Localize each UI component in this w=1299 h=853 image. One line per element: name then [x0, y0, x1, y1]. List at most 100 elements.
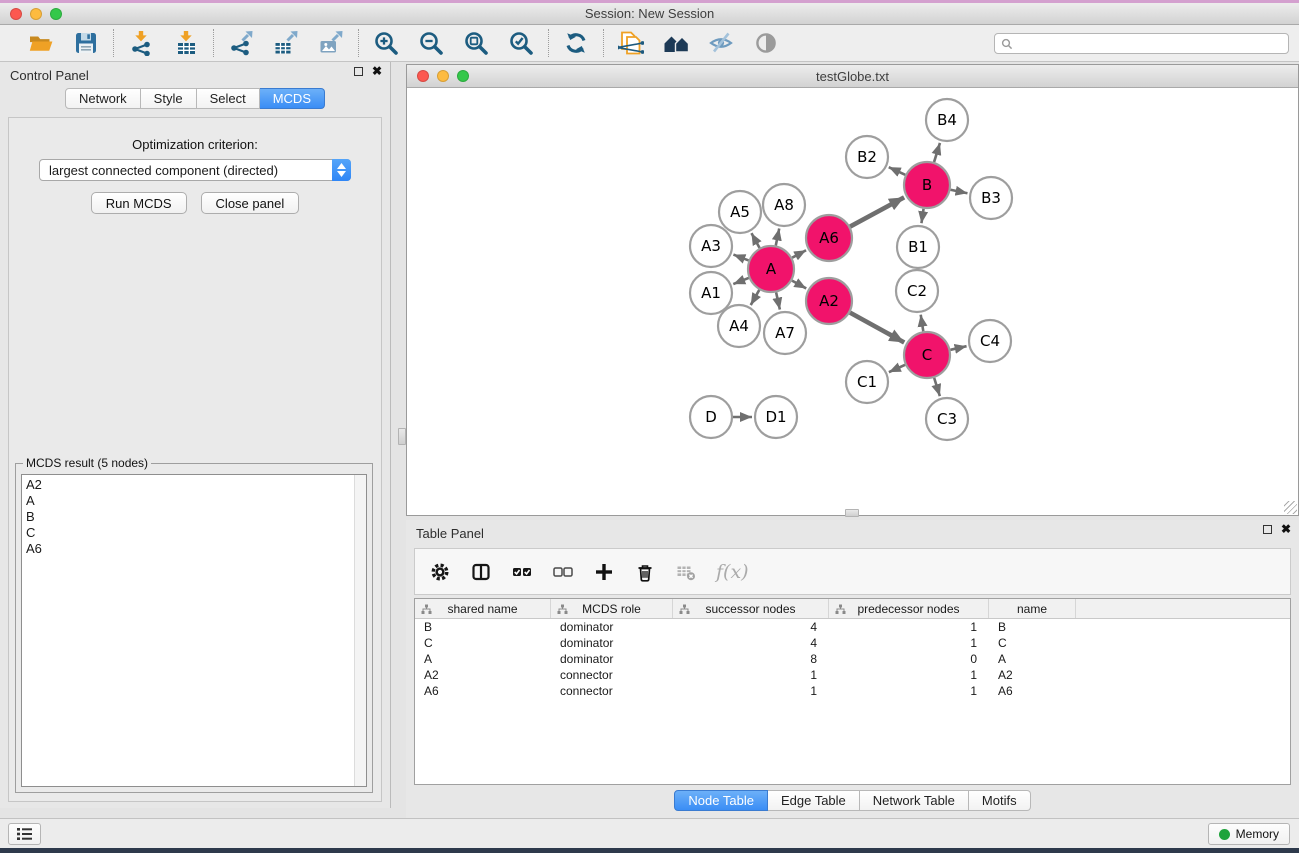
criterion-select[interactable]: largest connected component (directed) [39, 159, 351, 181]
zoom-in-icon[interactable] [372, 29, 400, 57]
table-cell[interactable]: dominator [551, 620, 673, 634]
table-cell[interactable]: dominator [551, 652, 673, 666]
horizontal-divider-grip[interactable] [845, 509, 859, 517]
run-mcds-button[interactable]: Run MCDS [91, 192, 187, 214]
graph-node-A7[interactable]: A7 [764, 312, 806, 354]
table-cell[interactable]: connector [551, 684, 673, 698]
graph-node-B3[interactable]: B3 [970, 177, 1012, 219]
home-icon[interactable] [662, 29, 690, 57]
export-image-icon[interactable] [317, 29, 345, 57]
graph-edge-C-C2[interactable] [921, 315, 924, 332]
tab-network-table[interactable]: Network Table [860, 790, 969, 811]
graph-node-D1[interactable]: D1 [755, 396, 797, 438]
table-row[interactable]: Adominator80A [415, 651, 1290, 667]
graph-node-A3[interactable]: A3 [690, 225, 732, 267]
graph-node-A[interactable]: A [748, 246, 794, 292]
table-cell[interactable]: 4 [673, 636, 829, 650]
table-cell[interactable]: 1 [829, 684, 989, 698]
graph-edge-B-B2[interactable] [889, 167, 906, 175]
select-all-rows-icon[interactable] [511, 561, 533, 583]
column-visibility-icon[interactable] [470, 561, 492, 583]
tab-mcds[interactable]: MCDS [260, 88, 325, 109]
clone-network-icon[interactable] [617, 29, 645, 57]
graph-node-A8[interactable]: A8 [763, 184, 805, 226]
add-column-icon[interactable] [593, 561, 615, 583]
graph-edge-A-A1[interactable] [733, 278, 748, 284]
table-cell[interactable]: B [415, 620, 551, 634]
resize-grip-icon[interactable] [1284, 501, 1297, 514]
mcds-result-item[interactable]: A2 [26, 477, 366, 493]
table-cell[interactable]: dominator [551, 636, 673, 650]
table-cell[interactable]: C [415, 636, 551, 650]
graph-edge-C-C4[interactable] [950, 346, 966, 350]
graph-node-C[interactable]: C [904, 332, 950, 378]
task-history-button[interactable] [8, 823, 41, 845]
tab-style[interactable]: Style [141, 88, 197, 109]
graph-edge-A-A2[interactable] [792, 281, 806, 289]
list-scrollbar[interactable] [354, 475, 366, 786]
graph-edge-B-B3[interactable] [951, 190, 968, 193]
column-header-successor-nodes[interactable]: successor nodes [673, 599, 829, 618]
table-cell[interactable]: B [989, 620, 1076, 634]
table-row[interactable]: A6connector11A6 [415, 683, 1290, 699]
graph-edge-A-A7[interactable] [776, 292, 780, 309]
column-header-MCDS-role[interactable]: MCDS role [551, 599, 673, 618]
table-cell[interactable]: connector [551, 668, 673, 682]
tab-edge-table[interactable]: Edge Table [768, 790, 860, 811]
table-cell[interactable]: A6 [415, 684, 551, 698]
graph-node-A6[interactable]: A6 [806, 215, 852, 261]
table-cell[interactable]: A [989, 652, 1076, 666]
table-cell[interactable]: 4 [673, 620, 829, 634]
import-table-icon[interactable] [172, 29, 200, 57]
graph-edge-B-B4[interactable] [934, 143, 940, 162]
graph-node-B4[interactable]: B4 [926, 99, 968, 141]
table-row[interactable]: Cdominator41C [415, 635, 1290, 651]
table-row[interactable]: Bdominator41B [415, 619, 1290, 635]
table-cell[interactable]: A [415, 652, 551, 666]
graph-edge-A-A4[interactable] [751, 290, 760, 305]
table-cell[interactable]: A2 [989, 668, 1076, 682]
graph-node-B2[interactable]: B2 [846, 136, 888, 178]
tab-network[interactable]: Network [65, 88, 141, 109]
refresh-icon[interactable] [562, 29, 590, 57]
column-header-predecessor-nodes[interactable]: predecessor nodes [829, 599, 989, 618]
graph-node-B1[interactable]: B1 [897, 226, 939, 268]
memory-button[interactable]: Memory [1208, 823, 1290, 845]
mcds-result-item[interactable]: B [26, 509, 366, 525]
close-panel-icon[interactable]: ✖ [372, 66, 382, 76]
table-cell[interactable]: 1 [829, 668, 989, 682]
column-header-shared-name[interactable]: shared name [415, 599, 551, 618]
graph-node-C4[interactable]: C4 [969, 320, 1011, 362]
mcds-result-item[interactable]: A [26, 493, 366, 509]
table-cell[interactable]: 1 [673, 684, 829, 698]
float-table-panel-icon[interactable] [1263, 525, 1272, 534]
table-settings-icon[interactable] [429, 561, 451, 583]
hide-selected-icon[interactable] [707, 29, 735, 57]
graph-edge-C-C3[interactable] [934, 378, 940, 396]
table-cell[interactable]: 0 [829, 652, 989, 666]
table-cell[interactable]: 1 [829, 620, 989, 634]
graph-node-C3[interactable]: C3 [926, 398, 968, 440]
show-selected-icon[interactable] [752, 29, 780, 57]
graph-node-A2[interactable]: A2 [806, 278, 852, 324]
graph-edge-B-B1[interactable] [921, 209, 923, 223]
tab-select[interactable]: Select [197, 88, 260, 109]
deselect-all-rows-icon[interactable] [552, 561, 574, 583]
table-cell[interactable]: A6 [989, 684, 1076, 698]
float-panel-icon[interactable] [354, 67, 363, 76]
graph-node-A4[interactable]: A4 [718, 305, 760, 347]
minimize-window-button[interactable] [30, 8, 42, 20]
graph-node-A5[interactable]: A5 [719, 191, 761, 233]
graph-edge-C-C1[interactable] [889, 365, 905, 372]
mcds-result-item[interactable]: A6 [26, 541, 366, 557]
close-window-button[interactable] [10, 8, 22, 20]
close-panel-button[interactable]: Close panel [201, 192, 300, 214]
export-table-icon[interactable] [272, 29, 300, 57]
zoom-window-button[interactable] [50, 8, 62, 20]
graph-node-C1[interactable]: C1 [846, 361, 888, 403]
open-file-icon[interactable] [27, 29, 55, 57]
mcds-result-item[interactable]: C [26, 525, 366, 541]
close-table-panel-icon[interactable]: ✖ [1281, 524, 1291, 534]
zoom-out-icon[interactable] [417, 29, 445, 57]
graph-edge-A2-C[interactable] [850, 313, 904, 343]
